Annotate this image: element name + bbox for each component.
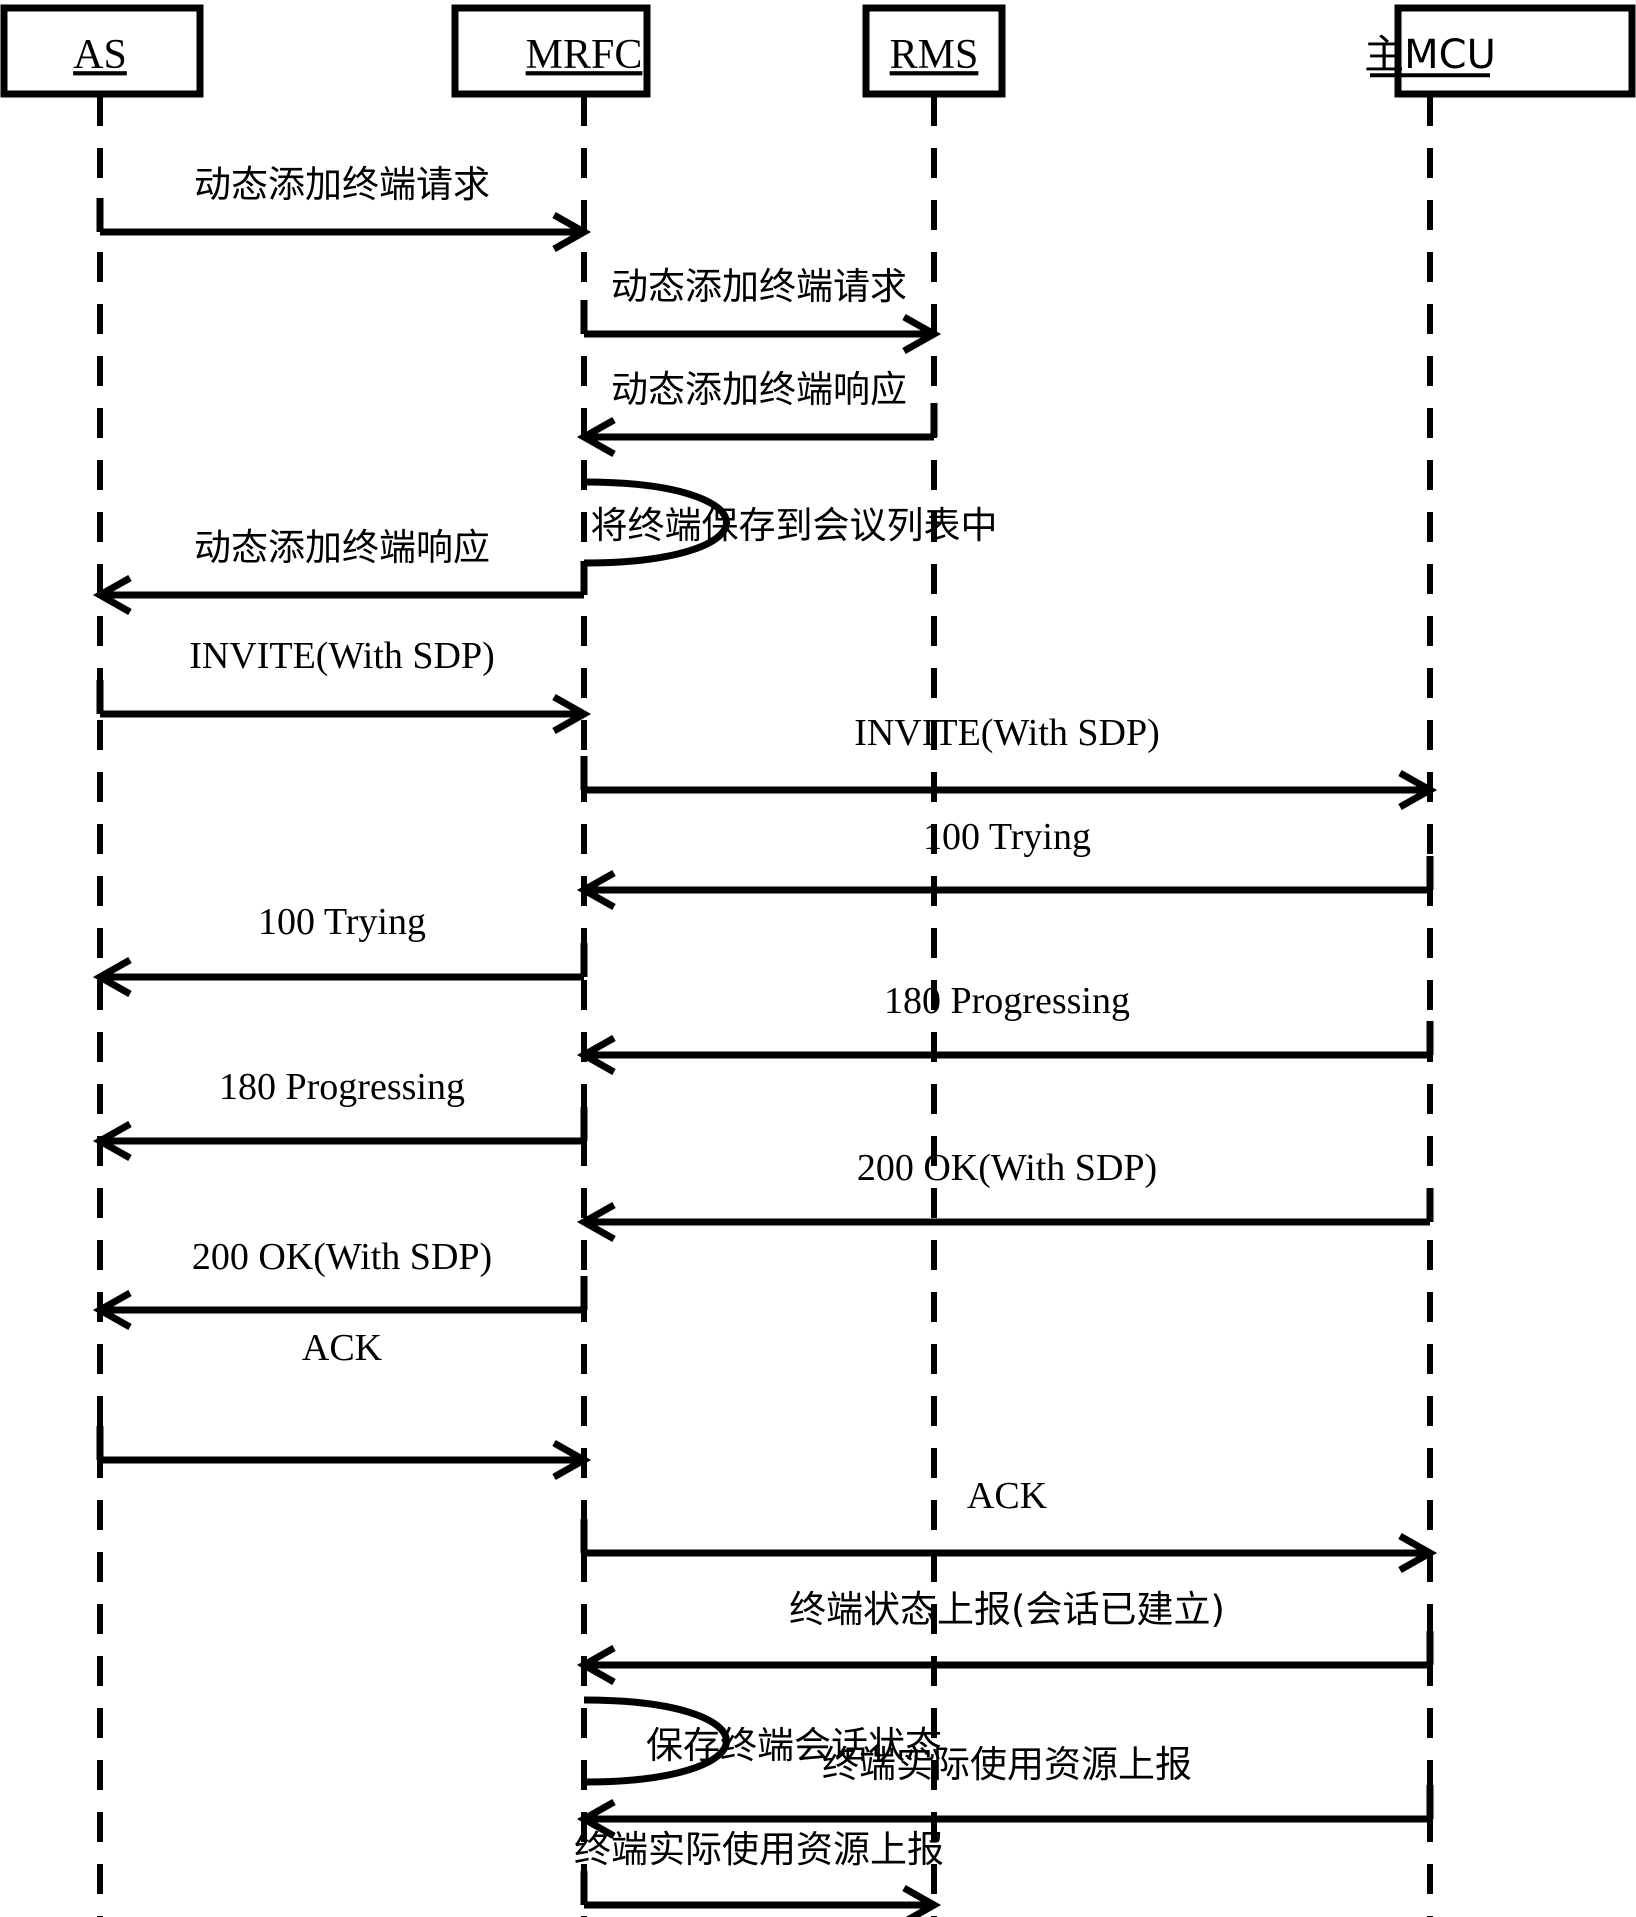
message-label-m14: ACK [302, 1327, 383, 1369]
message-label-m12: 200 OK(With SDP) [857, 1147, 1157, 1189]
message-label-m19: 终端实际使用资源上报 [574, 1828, 944, 1871]
message-label-m3: 动态添加终端响应 [611, 368, 907, 411]
message-m7[interactable]: INVITE(With SDP) [580, 712, 1438, 811]
actor-as: AS [0, 4, 204, 98]
sequence-diagram-canvas: AS MRFC RMS 主MCU 动态添加终端请求 动态添加终端请求 动态添加终端响应 将终… [0, 0, 1636, 1917]
sequence-diagram-svg: AS MRFC RMS 主MCU 动态添加终端请求动态添加终端请求动态添加终端响应将终… [0, 4, 1636, 1917]
message-m4[interactable]: 将终端保存到会议列表中 [583, 478, 998, 567]
message-label-m8: 100 Trying [923, 816, 1091, 858]
message-m11[interactable]: 180 Progressing [92, 1066, 588, 1162]
message-label-m5: 动态添加终端响应 [194, 526, 490, 569]
message-m13[interactable]: 200 OK(With SDP) [92, 1236, 588, 1331]
message-m19[interactable]: 终端实际使用资源上报 [574, 1828, 944, 1917]
message-label-m6: INVITE(With SDP) [189, 635, 495, 677]
message-m2[interactable]: 动态添加终端请求 [580, 265, 942, 355]
message-label-m2: 动态添加终端请求 [611, 265, 907, 308]
message-label-m1: 动态添加终端请求 [194, 163, 490, 206]
actor-mrfc: MRFC [451, 4, 651, 98]
message-label-m10: 180 Progressing [884, 980, 1130, 1022]
actor-label-mcu: 主MCU [1364, 32, 1496, 78]
message-label-m13: 200 OK(With SDP) [192, 1236, 492, 1278]
message-label-m15: ACK [967, 1475, 1048, 1517]
message-label-m11: 180 Progressing [219, 1066, 465, 1108]
actor-mcu: 主MCU [1364, 4, 1636, 98]
message-label-m7: INVITE(With SDP) [854, 712, 1160, 754]
actor-label-as: AS [73, 32, 127, 78]
actor-label-rms: RMS [890, 32, 979, 78]
message-m6[interactable]: INVITE(With SDP) [96, 635, 592, 735]
actor-boxes-group: AS MRFC RMS 主MCU [0, 4, 1636, 98]
actor-label-mrfc: MRFC [526, 32, 643, 78]
message-m10[interactable]: 180 Progressing [576, 980, 1434, 1076]
message-label-m9: 100 Trying [258, 901, 426, 943]
message-label-m4: 将终端保存到会议列表中 [591, 504, 998, 547]
message-label-m16: 终端状态上报(会话已建立) [789, 1588, 1225, 1631]
message-label-m18: 终端实际使用资源上报 [822, 1743, 1192, 1786]
message-m15[interactable]: ACK [580, 1475, 1438, 1574]
message-m5[interactable]: 动态添加终端响应 [92, 526, 588, 616]
messages-group: 动态添加终端请求动态添加终端请求动态添加终端响应将终端保存到会议列表中动态添加终… [92, 163, 1438, 1917]
actor-rms: RMS [862, 4, 1006, 98]
message-m12[interactable]: 200 OK(With SDP) [576, 1147, 1434, 1243]
message-m14[interactable]: ACK [96, 1327, 592, 1481]
message-m8[interactable]: 100 Trying [576, 816, 1434, 911]
message-m9[interactable]: 100 Trying [92, 901, 588, 998]
message-m16[interactable]: 终端状态上报(会话已建立) [576, 1588, 1434, 1686]
message-m1[interactable]: 动态添加终端请求 [96, 163, 592, 253]
message-m3[interactable]: 动态添加终端响应 [576, 368, 938, 458]
